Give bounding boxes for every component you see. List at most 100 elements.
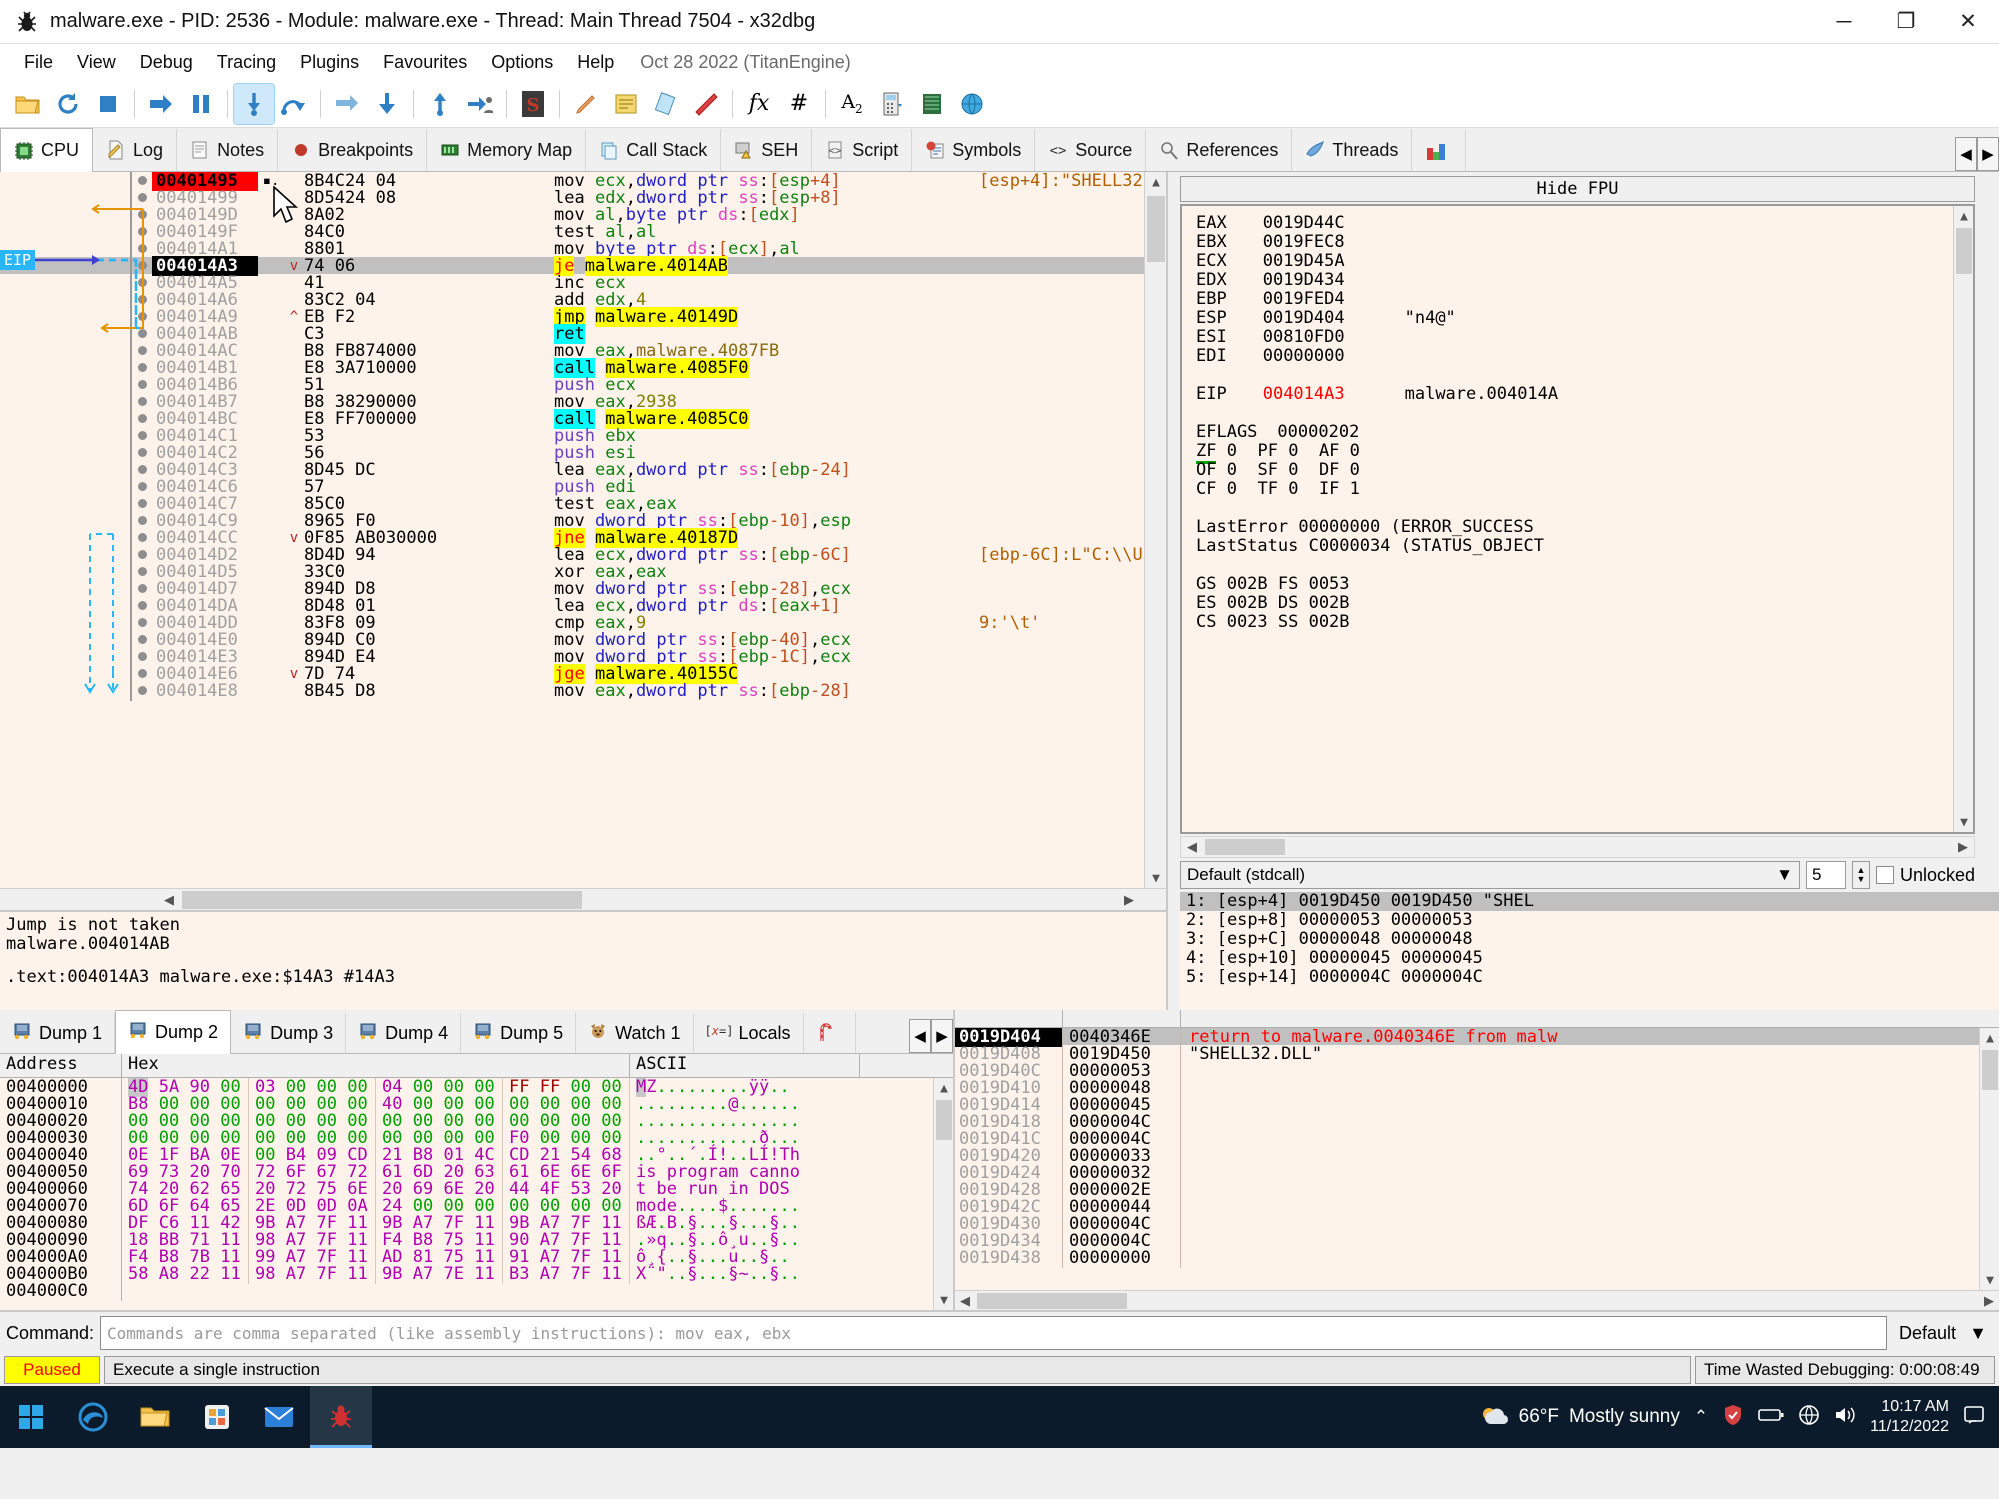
menu-plugins[interactable]: Plugins <box>288 48 371 77</box>
calling-convention-select[interactable]: Default (stdcall) ▼ <box>1180 861 1800 889</box>
hash-icon[interactable]: # <box>779 84 819 124</box>
dump-col-address[interactable]: Address <box>0 1054 122 1078</box>
register-row[interactable]: EDI00000000 <box>1196 347 1973 366</box>
hex-byte[interactable]: B3 <box>509 1264 529 1284</box>
disassembly-row[interactable]: 004014E88B45 D8mov eax,dword ptr ss:[ebp… <box>0 682 1166 699</box>
stack-row[interactable]: 0019D40C00000053 <box>955 1062 1999 1079</box>
hex-group[interactable]: 58 A8 22 11 <box>122 1264 249 1284</box>
disassembly-row[interactable]: 00401495▪.8B4C24 04mov ecx,dword ptr ss:… <box>0 172 1166 189</box>
disassembly-row[interactable]: 004014ACB8 FB874000mov eax,malware.4087F… <box>0 342 1166 359</box>
reg-hscroll-thumb[interactable] <box>1205 839 1285 855</box>
menu-options[interactable]: Options <box>479 48 565 77</box>
struct-tab[interactable] <box>804 1013 856 1053</box>
weather-widget[interactable]: 66°F Mostly sunny <box>1479 1404 1680 1430</box>
hex-byte[interactable]: 11 <box>474 1264 494 1284</box>
hex-row[interactable]: 0040009018 BB 71 1198 A7 7F 11F4 B8 75 1… <box>0 1231 953 1248</box>
disassembly-row[interactable]: 004014D533C0xor eax,eax <box>0 563 1166 580</box>
hex-byte[interactable]: A7 <box>413 1264 433 1284</box>
globe-icon[interactable] <box>952 84 992 124</box>
registers-vscrollbar[interactable]: ▲ ▼ <box>1953 206 1973 832</box>
hex-group[interactable]: 9B A7 7E 11 <box>376 1264 503 1284</box>
reg-scroll-thumb[interactable] <box>1956 228 1972 274</box>
start-button[interactable] <box>0 1386 62 1448</box>
flag-value[interactable]: 0 <box>1350 441 1360 461</box>
defender-icon[interactable] <box>1722 1404 1744 1431</box>
hex-byte[interactable]: 98 <box>255 1264 275 1284</box>
hex-group[interactable]: 98 A7 7F 11 <box>249 1264 376 1284</box>
pattern-icon[interactable] <box>912 84 952 124</box>
open-file-icon[interactable] <box>8 84 48 124</box>
hex-byte[interactable]: 7F <box>570 1264 590 1284</box>
flag-value[interactable]: 0 <box>1227 441 1237 461</box>
tab-notes[interactable]: Notes <box>177 129 278 171</box>
minimize-button[interactable]: ─ <box>1813 0 1875 44</box>
stack-row[interactable]: 0019D41000000048 <box>955 1079 1999 1096</box>
dump-tab-5[interactable]: Dump 5 <box>461 1013 576 1053</box>
register-value[interactable]: 00000202 <box>1277 422 1359 442</box>
dump-tab-prev-button[interactable]: ◀ <box>909 1019 931 1053</box>
stack-hscroll-left-icon[interactable]: ◀ <box>955 1291 975 1311</box>
disassembly-row[interactable]: 0040149F84C0test al,al <box>0 223 1166 240</box>
breakpoint-toggle[interactable] <box>130 681 152 701</box>
run-icon[interactable] <box>141 84 181 124</box>
instruction-comment[interactable]: 9:'\t' <box>979 613 1166 633</box>
scroll-up-icon[interactable]: ▲ <box>1145 172 1166 192</box>
stack-scroll-thumb[interactable] <box>1982 1050 1998 1090</box>
locals-tab[interactable]: [x=] Locals <box>694 1013 804 1053</box>
stack-row[interactable]: 0019D42C00000044 <box>955 1198 1999 1215</box>
instruction-address[interactable]: 004014E8 <box>152 681 258 701</box>
maximize-button[interactable]: ❐ <box>1875 0 1937 44</box>
menu-favourites[interactable]: Favourites <box>371 48 479 77</box>
edge-icon[interactable] <box>62 1386 124 1448</box>
hex-byte[interactable]: 7F <box>316 1264 336 1284</box>
menu-debug[interactable]: Debug <box>128 48 205 77</box>
hex-byte[interactable]: A7 <box>286 1264 306 1284</box>
stack-row[interactable]: 0019D42400000032 <box>955 1164 1999 1181</box>
hex-row[interactable]: 004000004D 5A 90 0003 00 00 0004 00 00 0… <box>0 1078 953 1095</box>
tab-log[interactable]: Log <box>93 129 177 171</box>
arguments-list[interactable]: 1: [esp+4] 0019D450 0019D450 "SHEL2: [es… <box>1180 892 1999 1010</box>
flag-of[interactable]: OF <box>1196 460 1216 480</box>
menu-view[interactable]: View <box>65 48 128 77</box>
dump-body[interactable]: 004000004D 5A 90 0003 00 00 0004 00 00 0… <box>0 1078 953 1310</box>
hex-byte[interactable]: A7 <box>540 1264 560 1284</box>
breakpoints-icon[interactable] <box>646 84 686 124</box>
stack-vscrollbar[interactable]: ▲ ▼ <box>1979 1028 1999 1290</box>
disassembly-row[interactable]: 004014D28D4D 94lea ecx,dword ptr ss:[ebp… <box>0 546 1166 563</box>
hex-byte[interactable]: 9B <box>382 1264 402 1284</box>
eflags-row[interactable]: EFLAGS00000202 <box>1196 423 1973 442</box>
registers-hscrollbar[interactable]: ◀ ▶ <box>1180 836 1975 858</box>
close-button[interactable]: ✕ <box>1937 0 1999 44</box>
step-over-icon[interactable] <box>274 84 314 124</box>
disassembly-row[interactable]: 004014D7894D D8mov dword ptr ss:[ebp-28]… <box>0 580 1166 597</box>
argument-row[interactable]: 3: [esp+C] 00000048 00000048 <box>1180 930 1999 949</box>
register-value[interactable]: 00000000 <box>1263 346 1345 366</box>
disassembly-row[interactable]: 004014998D5424 08lea edx,dword ptr ss:[e… <box>0 189 1166 206</box>
dump-tab-3[interactable]: Dump 3 <box>231 1013 346 1053</box>
menu-help[interactable]: Help <box>565 48 626 77</box>
stack-row[interactable]: 0019D42000000033 <box>955 1147 1999 1164</box>
volume-icon[interactable] <box>1834 1405 1856 1430</box>
scroll-down-icon[interactable]: ▼ <box>1145 868 1166 888</box>
annotations-az-icon[interactable]: A2 <box>832 84 872 124</box>
argument-row[interactable]: 5: [esp+14] 0000004C 0000004C <box>1180 968 1999 987</box>
hex-byte[interactable]: 22 <box>189 1264 209 1284</box>
flag-value[interactable]: 0 <box>1288 441 1298 461</box>
register-value[interactable]: 0019D404 <box>1263 308 1345 328</box>
register-row[interactable]: ECX0019D45A <box>1196 252 1973 271</box>
x32dbg-icon[interactable] <box>310 1386 372 1448</box>
disassembly-row[interactable]: 004014B1E8 3A710000call malware.4085F0 <box>0 359 1166 376</box>
register-value[interactable]: 0019FED4 <box>1263 289 1345 309</box>
disassembly-row[interactable]: 004014C785C0test eax,eax <box>0 495 1166 512</box>
tab-seh[interactable]: SEH <box>721 129 812 171</box>
disassembly-row[interactable]: 004014E3894D E4mov dword ptr ss:[ebp-1C]… <box>0 648 1166 665</box>
eip-row[interactable]: EIP004014A3malware.004014A <box>1196 385 1973 404</box>
clock-widget[interactable]: 10:17 AM 11/12/2022 <box>1870 1397 1949 1437</box>
flag-if[interactable]: IF <box>1319 479 1339 499</box>
register-row[interactable]: EBP0019FED4 <box>1196 290 1973 309</box>
arg-count-input[interactable]: 5 <box>1806 861 1846 889</box>
menu-file[interactable]: File <box>12 48 65 77</box>
hscroll-right-icon[interactable]: ▶ <box>1118 889 1140 911</box>
dump-scroll-thumb[interactable] <box>936 1100 952 1140</box>
reg-scroll-up-icon[interactable]: ▲ <box>1954 206 1974 226</box>
